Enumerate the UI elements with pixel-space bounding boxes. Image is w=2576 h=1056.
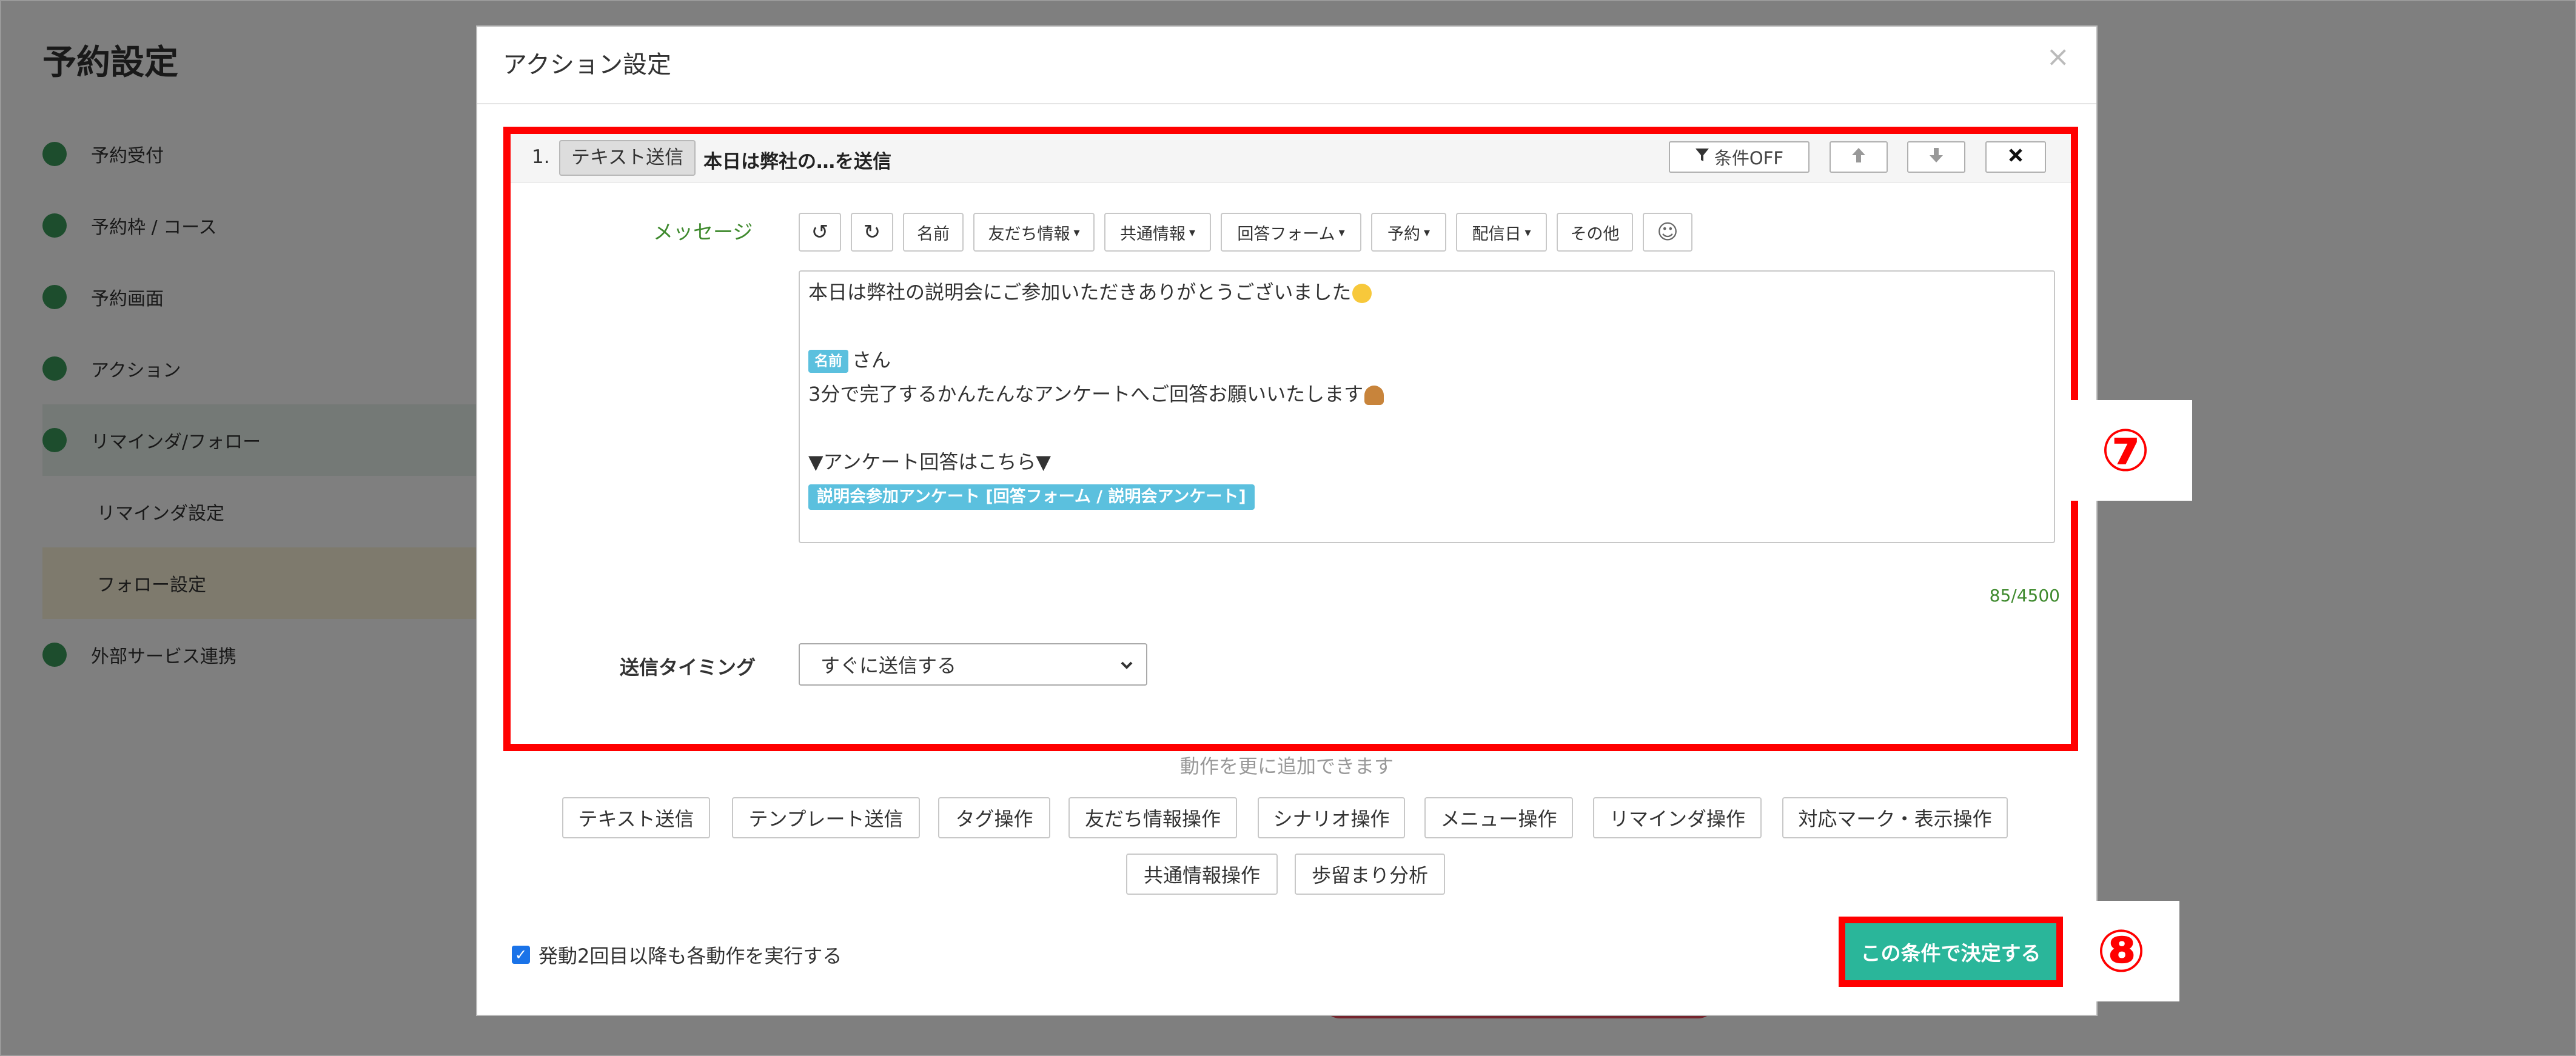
action-item-highlight: 1. テキスト送信 本日は弊社の…を送信 条件OFF メッセージ ↺ ↻ 名前 …	[503, 127, 2078, 751]
submit-condition-button[interactable]: この条件で決定する	[1845, 923, 2056, 980]
move-down-button[interactable]	[1907, 141, 1965, 173]
answer-form-dropdown[interactable]: 回答フォーム ▾	[1221, 213, 1361, 252]
condition-off-button[interactable]: 条件OFF	[1669, 141, 1810, 173]
undo-button[interactable]: ↺	[799, 213, 841, 252]
arrow-up-icon	[1851, 147, 1867, 168]
annotation-marker-7: ⑦	[2059, 400, 2192, 501]
add-reminder-operation-button[interactable]: リマインダ操作	[1593, 797, 1762, 838]
close-icon[interactable]: ×	[2046, 40, 2070, 73]
add-mark-display-operation-button[interactable]: 対応マーク・表示操作	[1782, 797, 2008, 838]
answer-form-tag: 説明会参加アンケート [回答フォーム / 説明会アンケート]	[808, 484, 1255, 510]
message-label: メッセージ	[653, 220, 753, 244]
send-timing-label: 送信タイミング	[620, 656, 756, 679]
action-settings-modal: アクション設定 × 1. テキスト送信 本日は弊社の…を送信 条件OFF メッセ…	[476, 25, 2098, 1016]
caret-down-icon: ▾	[1524, 225, 1531, 239]
caret-down-icon: ▾	[1423, 225, 1431, 239]
redo-button[interactable]: ↻	[851, 213, 893, 252]
action-number: 1.	[532, 146, 550, 168]
add-text-send-button[interactable]: テキスト送信	[562, 797, 710, 838]
close-icon	[2008, 147, 2024, 167]
character-counter: 85/4500	[1989, 586, 2060, 606]
add-shared-info-operation-button[interactable]: 共通情報操作	[1126, 854, 1278, 895]
caret-down-icon: ▾	[1338, 225, 1345, 239]
add-actions-hint: 動作を更に追加できます	[1179, 755, 1394, 778]
repeat-actions-option[interactable]: ✓ 発動2回目以降も各動作を実行する	[512, 941, 842, 969]
insert-name-button[interactable]: 名前	[903, 213, 964, 252]
add-scenario-operation-button[interactable]: シナリオ操作	[1258, 797, 1405, 838]
add-friend-info-operation-button[interactable]: 友だち情報操作	[1068, 797, 1237, 838]
action-summary: 本日は弊社の…を送信	[703, 151, 891, 173]
delete-action-button[interactable]	[1985, 141, 2046, 173]
modal-header: アクション設定 ×	[477, 27, 2096, 104]
action-item-header: 1. テキスト送信 本日は弊社の…を送信 条件OFF	[511, 134, 2071, 183]
action-type-badge: テキスト送信	[559, 140, 696, 176]
chevron-down-icon	[1118, 653, 1135, 681]
send-timing-select[interactable]: すぐに送信する	[799, 643, 1147, 686]
caret-down-icon: ▾	[1189, 225, 1196, 239]
other-button[interactable]: その他	[1557, 213, 1633, 252]
modal-title: アクション設定	[503, 51, 671, 79]
add-menu-operation-button[interactable]: メニュー操作	[1424, 797, 1573, 838]
add-yield-analysis-button[interactable]: 歩留まり分析	[1295, 854, 1445, 895]
checkbox-checked-icon[interactable]: ✓	[512, 946, 530, 964]
filter-icon	[1695, 147, 1709, 167]
name-placeholder-tag: 名前	[808, 350, 848, 373]
message-editor[interactable]: 本日は弊社の説明会にご参加いただきありがとうございました 名前 さん 3分で完了す…	[799, 270, 2055, 543]
annotation-marker-8: ⑧	[2063, 901, 2179, 1001]
add-tag-operation-button[interactable]: タグ操作	[938, 797, 1050, 838]
move-up-button[interactable]	[1830, 141, 1888, 173]
shared-info-dropdown[interactable]: 共通情報 ▾	[1104, 213, 1211, 252]
smile-emoji-icon	[1352, 284, 1372, 303]
emoji-icon[interactable]: ☺	[1643, 213, 1692, 252]
reservation-dropdown[interactable]: 予約 ▾	[1371, 213, 1446, 252]
delivery-date-dropdown[interactable]: 配信日 ▾	[1456, 213, 1547, 252]
arrow-down-icon	[1928, 147, 1944, 168]
friend-info-dropdown[interactable]: 友だち情報 ▾	[973, 213, 1095, 252]
bow-emoji-icon	[1364, 386, 1384, 405]
caret-down-icon: ▾	[1073, 225, 1080, 239]
add-template-send-button[interactable]: テンプレート送信	[732, 797, 920, 838]
